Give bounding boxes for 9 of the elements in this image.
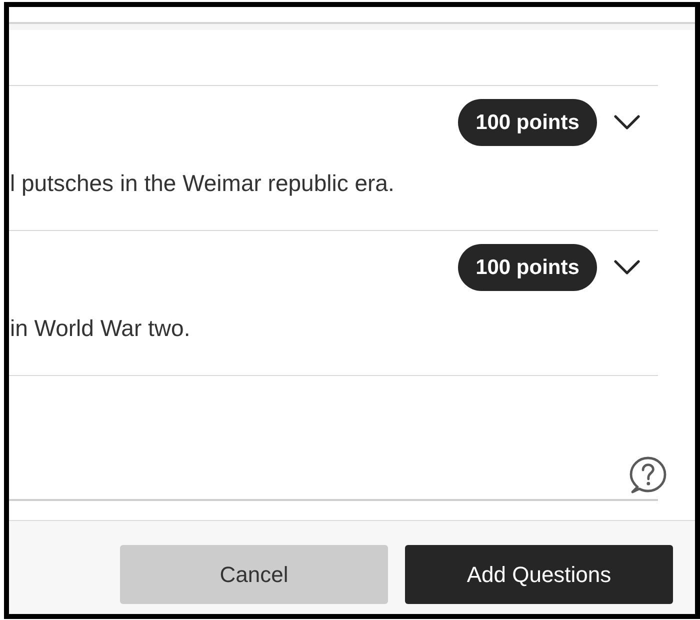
question-text: l putsches in the Weimar republic era.: [10, 169, 394, 197]
question-text: in World War two.: [10, 314, 190, 342]
help-icon[interactable]: [629, 456, 667, 494]
points-badge: 100 points: [458, 244, 597, 291]
add-questions-button[interactable]: Add Questions: [405, 545, 673, 604]
cancel-button[interactable]: Cancel: [120, 545, 388, 604]
chevron-icon[interactable]: [614, 260, 640, 275]
points-badge: 100 points: [458, 99, 597, 146]
chevron-icon[interactable]: [614, 115, 640, 130]
